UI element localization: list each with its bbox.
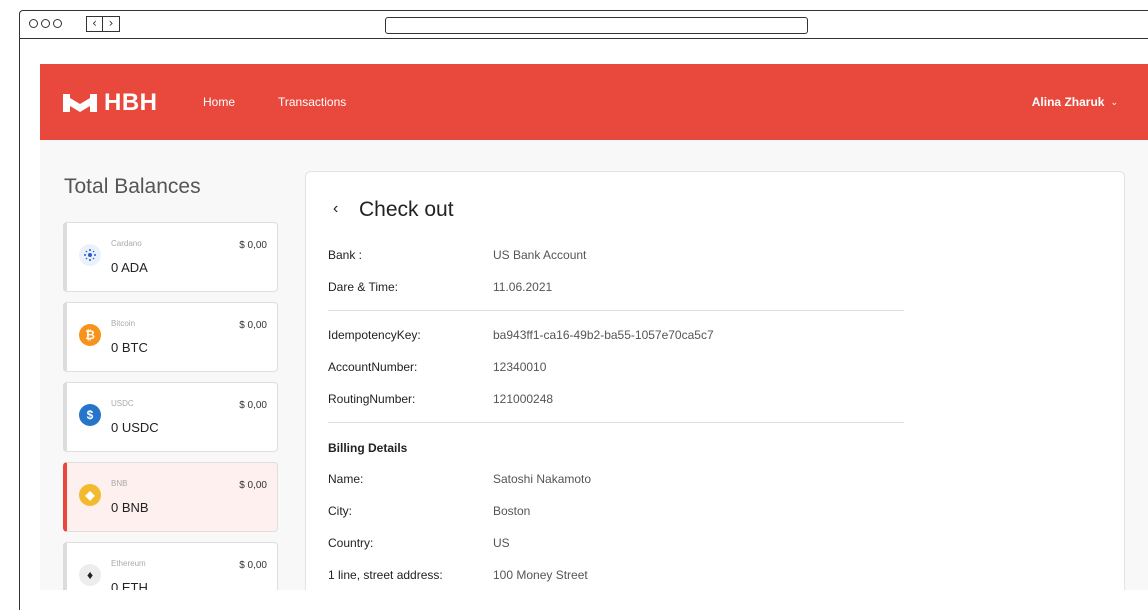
- detail-row-city: City: Boston: [328, 496, 904, 528]
- hbh-logo-icon: [63, 94, 97, 112]
- back-arrow-icon[interactable]: ‹: [86, 16, 103, 32]
- detail-value: Satoshi Nakamoto: [493, 472, 592, 486]
- detail-row-account: AccountNumber: 12340010: [328, 352, 904, 384]
- checkout-panel: ‹ Check out Bank : US Bank Account Dare …: [305, 171, 1125, 590]
- asset-balance: $ 0,00: [239, 320, 267, 331]
- detail-label: Name:: [328, 472, 364, 486]
- asset-balance: $ 0,00: [239, 400, 267, 411]
- history-controls: ‹ ›: [86, 16, 120, 32]
- nav-transactions-link[interactable]: Transactions: [278, 95, 346, 109]
- user-name: Alina Zharuk: [1031, 95, 1105, 109]
- asset-amount: 0 BNB: [111, 500, 149, 515]
- detail-label: 1 line, street address:: [328, 568, 443, 582]
- back-chevron-icon[interactable]: ‹: [333, 200, 338, 218]
- detail-row-country: Country: US: [328, 528, 904, 560]
- detail-value: US: [493, 536, 510, 550]
- brand-name: HBH: [104, 89, 158, 116]
- detail-value: 12340010: [493, 360, 547, 374]
- browser-toolbar: ‹ ›: [20, 11, 1148, 39]
- asset-name: Bitcoin: [111, 319, 136, 328]
- detail-value: 11.06.2021: [493, 280, 553, 294]
- asset-amount: 0 ETH: [111, 580, 148, 590]
- detail-row-name: Name: Satoshi Nakamoto: [328, 464, 904, 496]
- balances-title: Total Balances: [64, 175, 201, 198]
- asset-balance: $ 0,00: [239, 240, 267, 251]
- detail-value: ba943ff1-ca16-49b2-ba55-1057e70ca5c7: [493, 328, 714, 342]
- chevron-down-icon: ⌄: [1110, 96, 1118, 107]
- detail-row-routing: RoutingNumber: 121000248: [328, 384, 904, 416]
- detail-value: 121000248: [493, 392, 554, 406]
- asset-card-cardano[interactable]: Cardano 0 ADA $ 0,00: [63, 222, 278, 292]
- asset-list: Cardano 0 ADA $ 0,00 ₿ Bitcoin 0 BTC $ 0…: [63, 222, 278, 590]
- checkout-details: Bank : US Bank Account Dare & Time: 11.0…: [328, 240, 904, 590]
- user-menu[interactable]: Alina Zharuk ⌄: [1032, 95, 1118, 109]
- detail-row-idempotency: IdempotencyKey: ba943ff1-ca16-49b2-ba55-…: [328, 320, 904, 352]
- detail-row-datetime: Dare & Time: 11.06.2021: [328, 272, 904, 304]
- asset-amount: 0 USDC: [111, 420, 159, 435]
- detail-value: US Bank Account: [493, 248, 587, 262]
- asset-amount: 0 BTC: [111, 340, 148, 355]
- divider: [328, 422, 904, 423]
- asset-name: BNB: [111, 479, 128, 488]
- detail-label: RoutingNumber:: [328, 392, 416, 406]
- window-dot-icon[interactable]: [53, 19, 62, 28]
- nav-home-link[interactable]: Home: [203, 95, 235, 109]
- billing-section-title: Billing Details: [328, 432, 904, 464]
- forward-arrow-icon[interactable]: ›: [103, 16, 120, 32]
- detail-label: Country:: [328, 536, 374, 550]
- bitcoin-icon: ₿: [79, 324, 101, 346]
- window-dot-icon[interactable]: [41, 19, 50, 28]
- detail-row-bank: Bank : US Bank Account: [328, 240, 904, 272]
- detail-label: IdempotencyKey:: [328, 328, 421, 342]
- divider: [328, 310, 904, 311]
- top-nav: HBH Home Transactions Alina Zharuk ⌄: [40, 64, 1148, 140]
- asset-card-ethereum[interactable]: ♦ Ethereum 0 ETH $ 0,00: [63, 542, 278, 590]
- detail-value: Boston: [493, 504, 531, 518]
- cardano-icon: [79, 244, 101, 266]
- address-bar[interactable]: [385, 17, 808, 34]
- detail-label: Bank :: [328, 248, 363, 262]
- detail-label: City:: [328, 504, 352, 518]
- page-title: Check out: [359, 198, 454, 221]
- detail-row-street: 1 line, street address: 100 Money Street: [328, 560, 904, 590]
- detail-value: 100 Money Street: [493, 568, 588, 582]
- asset-balance: $ 0,00: [239, 480, 267, 491]
- asset-name: Ethereum: [111, 559, 146, 568]
- usdc-icon: $: [79, 404, 101, 426]
- asset-name: Cardano: [111, 239, 142, 248]
- asset-card-usdc[interactable]: $ USDC 0 USDC $ 0,00: [63, 382, 278, 452]
- detail-label: Dare & Time:: [328, 280, 399, 294]
- brand-logo[interactable]: HBH: [62, 89, 158, 117]
- asset-name: USDC: [111, 399, 134, 408]
- section-heading: Billing Details: [328, 441, 408, 455]
- detail-label: AccountNumber:: [328, 360, 418, 374]
- asset-balance: $ 0,00: [239, 560, 267, 571]
- app-window: HBH Home Transactions Alina Zharuk ⌄ Tot…: [40, 64, 1148, 590]
- window-dot-icon[interactable]: [29, 19, 38, 28]
- ethereum-icon: ♦: [79, 564, 101, 586]
- asset-card-bitcoin[interactable]: ₿ Bitcoin 0 BTC $ 0,00: [63, 302, 278, 372]
- asset-amount: 0 ADA: [111, 260, 148, 275]
- bnb-icon: ◆: [79, 484, 101, 506]
- window-controls: [29, 19, 62, 28]
- asset-card-bnb[interactable]: ◆ BNB 0 BNB $ 0,00: [63, 462, 278, 532]
